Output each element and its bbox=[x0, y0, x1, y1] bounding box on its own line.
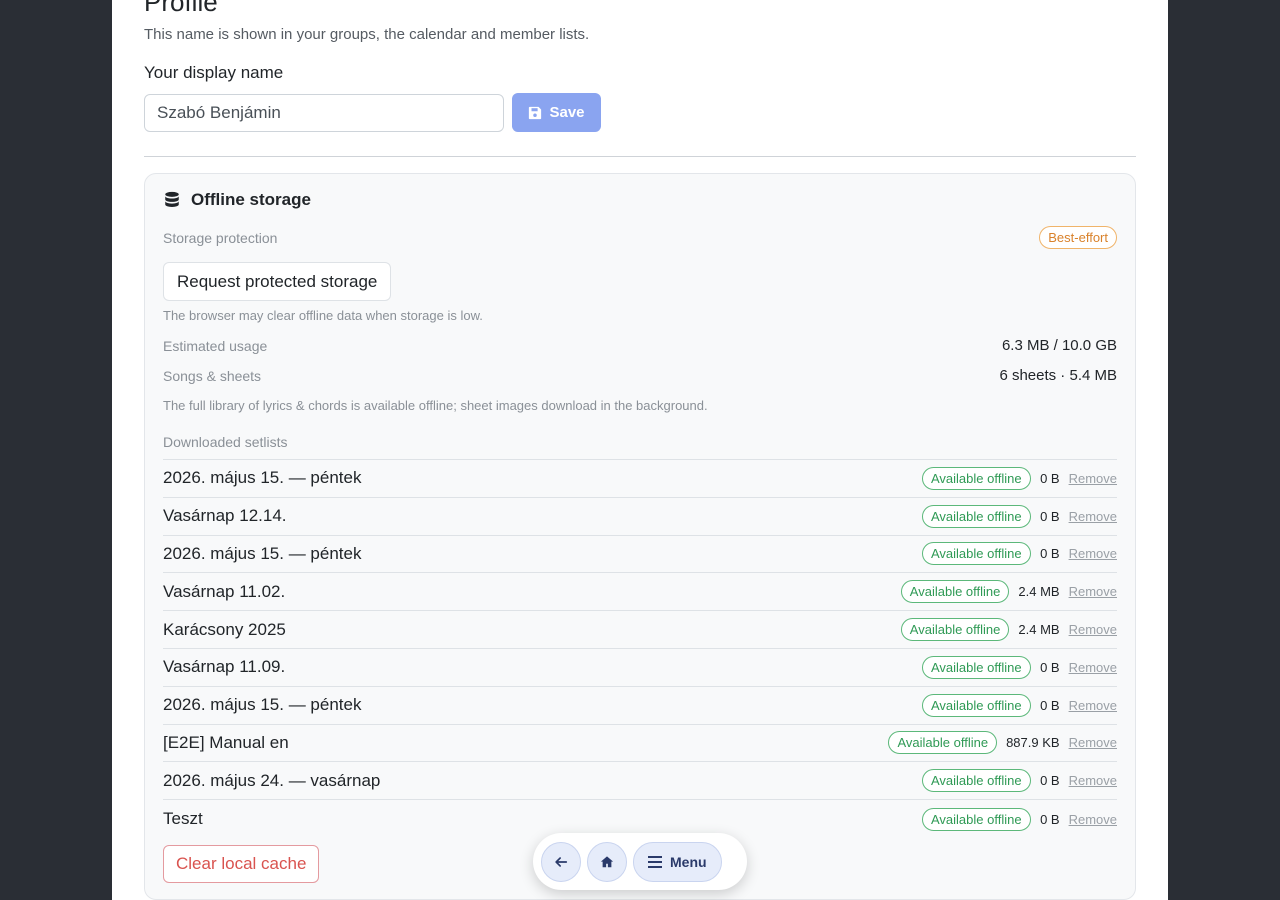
menu-button[interactable]: Menu bbox=[633, 841, 722, 882]
page-subtitle: This name is shown in your groups, the c… bbox=[144, 26, 590, 43]
setlist-actions: Available offline 0 B Remove bbox=[921, 466, 1117, 490]
remove-setlist-button[interactable]: Remove bbox=[1069, 773, 1117, 788]
setlist-actions: Available offline 0 B Remove bbox=[921, 807, 1117, 831]
setlist-size: 2.4 MB bbox=[1018, 622, 1060, 638]
home-icon bbox=[600, 855, 614, 867]
available-offline-badge: Available offline bbox=[900, 580, 1010, 604]
storage-protection-label: Storage protection bbox=[163, 229, 278, 246]
setlist-row: Vasárnap 11.02. Available offline 2.4 MB Re… bbox=[163, 573, 1117, 612]
available-offline-badge: Available offline bbox=[921, 466, 1031, 490]
setlist-size: 0 B bbox=[1040, 811, 1060, 827]
back-button[interactable] bbox=[541, 841, 581, 882]
songs-sheets-row: Songs & sheets 6 sheets · 5.4 MB bbox=[163, 367, 1117, 384]
available-offline-badge: Available offline bbox=[921, 655, 1031, 679]
setlist-actions: Available offline 0 B Remove bbox=[921, 542, 1117, 566]
request-protected-storage-button[interactable]: Request protected storage bbox=[163, 262, 392, 301]
setlist-row: 2026. május 15. — péntek Available offlin… bbox=[163, 687, 1117, 725]
estimated-usage-row: Estimated usage 6.3 MB / 10.0 GB bbox=[163, 337, 1117, 354]
setlist-row: 2026. május 15. — péntek Available offlin… bbox=[163, 536, 1117, 574]
available-offline-badge: Available offline bbox=[921, 504, 1031, 528]
setlist-name: Vasárnap 11.02. bbox=[163, 581, 286, 601]
setlist-actions: Available offline 0 B Remove bbox=[921, 769, 1117, 793]
setlist-row: Vasárnap 12.14. Available offline 0 B Remov… bbox=[163, 498, 1117, 536]
setlist-actions: Available offline 0 B Remove bbox=[921, 693, 1117, 717]
display-name-label: Your display name bbox=[144, 63, 284, 82]
available-offline-badge: Available offline bbox=[888, 731, 998, 755]
setlist-name: 2026. május 15. — péntek bbox=[163, 543, 362, 563]
remove-setlist-button[interactable]: Remove bbox=[1069, 622, 1117, 637]
estimated-usage-value: 6.3 MB / 10.0 GB bbox=[1001, 337, 1117, 354]
available-offline-badge: Available offline bbox=[921, 807, 1031, 831]
downloaded-setlists-label: Downloaded setlists bbox=[163, 434, 288, 450]
songs-sheets-label: Songs & sheets bbox=[163, 367, 262, 384]
offline-storage-card: Offline storage Storage protection Best-… bbox=[144, 173, 1136, 900]
clear-data-note: The browser may clear offline data when … bbox=[163, 308, 483, 323]
setlist-name: Vasárnap 11.09. bbox=[163, 657, 286, 677]
setlist-name: 2026. május 24. — vasárnap bbox=[163, 770, 381, 790]
setlist-size: 887.9 KB bbox=[1006, 735, 1060, 751]
setlist-actions: Available offline 2.4 MB Remove bbox=[900, 580, 1117, 604]
setlist-size: 2.4 MB bbox=[1018, 584, 1060, 600]
setlist-row: 2026. május 24. — vasárnap Available offl… bbox=[163, 762, 1117, 801]
remove-setlist-button[interactable]: Remove bbox=[1069, 546, 1117, 561]
setlist-size: 0 B bbox=[1040, 697, 1060, 713]
setlist-actions: Available offline 0 B Remove bbox=[921, 504, 1117, 528]
home-button[interactable] bbox=[587, 841, 627, 882]
menu-button-label: Menu bbox=[670, 853, 707, 870]
display-name-input[interactable] bbox=[144, 94, 504, 132]
setlist-size: 0 B bbox=[1040, 546, 1060, 562]
remove-setlist-button[interactable]: Remove bbox=[1069, 471, 1117, 486]
setlist-row: 2026. május 15. — péntek Available offlin… bbox=[163, 460, 1117, 498]
remove-setlist-button[interactable]: Remove bbox=[1069, 584, 1117, 599]
setlist-actions: Available offline 0 B Remove bbox=[921, 655, 1117, 679]
songs-sheets-value: 6 sheets · 5.4 MB bbox=[999, 367, 1117, 384]
offline-storage-title: Offline storage bbox=[191, 190, 311, 209]
database-icon bbox=[165, 191, 179, 207]
setlist-size: 0 B bbox=[1040, 508, 1060, 524]
hamburger-menu-icon bbox=[648, 855, 662, 868]
arrow-left-icon bbox=[555, 856, 568, 867]
storage-protection-badge: Best-effort bbox=[1039, 226, 1117, 249]
remove-setlist-button[interactable]: Remove bbox=[1069, 698, 1117, 713]
setlist-name: Teszt bbox=[163, 809, 203, 829]
remove-setlist-button[interactable]: Remove bbox=[1069, 509, 1117, 524]
setlist-size: 0 B bbox=[1040, 470, 1060, 486]
setlist-name: Vasárnap 12.14. bbox=[163, 506, 287, 526]
section-divider bbox=[144, 156, 1136, 157]
setlist-size: 0 B bbox=[1040, 773, 1060, 789]
setlist-name: 2026. május 15. — péntek bbox=[163, 468, 362, 488]
estimated-usage-label: Estimated usage bbox=[163, 337, 268, 354]
clear-local-cache-button[interactable]: Clear local cache bbox=[163, 845, 320, 883]
setlist-list: 2026. május 15. — péntek Available offlin… bbox=[163, 459, 1117, 838]
setlist-row: Karácsony 2025 Available offline 2.4 MB Rem… bbox=[163, 611, 1117, 649]
available-offline-badge: Available offline bbox=[921, 542, 1031, 566]
setlist-actions: Available offline 887.9 KB Remove bbox=[888, 731, 1117, 755]
storage-protection-row: Storage protection Best-effort bbox=[163, 226, 1117, 249]
save-button-label: Save bbox=[549, 104, 585, 121]
remove-setlist-button[interactable]: Remove bbox=[1069, 812, 1117, 827]
available-offline-badge: Available offline bbox=[921, 769, 1031, 793]
available-offline-badge: Available offline bbox=[900, 618, 1010, 642]
profile-panel: Profile This name is shown in your group… bbox=[112, 0, 1168, 900]
setlist-name: 2026. május 15. — péntek bbox=[163, 695, 362, 715]
setlist-row: [E2E] Manual en Available offline 887.9 KB… bbox=[163, 725, 1117, 763]
remove-setlist-button[interactable]: Remove bbox=[1069, 735, 1117, 750]
setlist-row: Vasárnap 11.09. Available offline 0 B Remov… bbox=[163, 649, 1117, 687]
setlist-name: Karácsony 2025 bbox=[163, 619, 286, 639]
save-button[interactable]: Save bbox=[512, 93, 601, 132]
setlist-name: [E2E] Manual en bbox=[163, 732, 289, 752]
page-title: Profile bbox=[144, 0, 218, 17]
remove-setlist-button[interactable]: Remove bbox=[1069, 660, 1117, 675]
library-note: The full library of lyrics & chords is a… bbox=[163, 398, 708, 413]
floating-nav-bar: Menu bbox=[533, 833, 747, 890]
available-offline-badge: Available offline bbox=[921, 693, 1031, 717]
setlist-size: 0 B bbox=[1040, 659, 1060, 675]
setlist-actions: Available offline 2.4 MB Remove bbox=[900, 618, 1117, 642]
offline-storage-header: Offline storage bbox=[163, 190, 311, 210]
floppy-disk-icon bbox=[529, 106, 542, 119]
